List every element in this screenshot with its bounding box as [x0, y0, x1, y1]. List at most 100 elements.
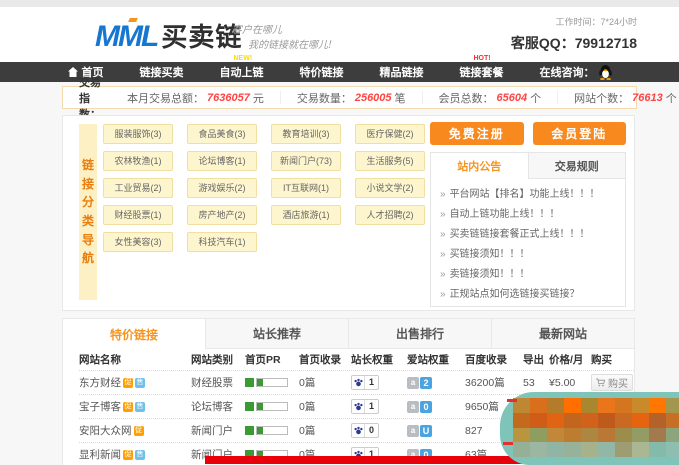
- aizhan-icon: a: [407, 425, 419, 437]
- home-icon: [68, 67, 78, 77]
- announcement-item[interactable]: »自动上链功能上线！！！: [440, 205, 616, 225]
- category-item[interactable]: 论坛博客(1): [187, 151, 257, 171]
- tab-trade-rules[interactable]: 交易规则: [528, 153, 626, 178]
- category-item[interactable]: 科技汽车(1): [187, 232, 257, 252]
- home-index: 0篇: [299, 375, 351, 390]
- category-grid: 服装服饰(3) 食品美食(3) 教育培训(3) 医疗保健(2) 农林牧渔(1) …: [103, 124, 425, 252]
- category-item[interactable]: 小说文学(2): [355, 178, 425, 198]
- site-name-link[interactable]: 宝子博客 促 售: [79, 399, 191, 414]
- nav-item-auto-link[interactable]: NEW! 自动上链: [220, 64, 264, 80]
- site-name: 显利新闻: [79, 447, 121, 462]
- site-category: 新闻门户: [191, 423, 245, 438]
- nav-label: 链接买卖: [140, 64, 184, 80]
- buy-label: 购买: [608, 375, 628, 390]
- sale-badge-icon: 售: [135, 450, 145, 460]
- stat-site-count: 网站个数： 76613 个: [557, 91, 679, 104]
- site-name: 东方财经: [79, 375, 121, 390]
- nav-label: 自动上链: [220, 64, 264, 80]
- nav-item-special-links[interactable]: 特价链接: [300, 64, 344, 80]
- category-item[interactable]: 女性美容(3): [103, 232, 173, 252]
- col-site-name: 网站名称: [79, 352, 191, 367]
- notice-tabs: 站内公告 交易规则: [431, 153, 625, 179]
- category-and-notice-panel: 链接分类导航 服装服饰(3) 食品美食(3) 教育培训(3) 医疗保健(2) 农…: [62, 115, 635, 311]
- col-category: 网站类别: [191, 352, 245, 367]
- site-name-link[interactable]: 安阳大众网 促: [79, 423, 191, 438]
- pr-box-icon: [245, 378, 254, 387]
- category-item[interactable]: 游戏娱乐(2): [187, 178, 257, 198]
- table-header: 网站名称 网站类别 首页PR 首页收录 站长权重 爱站权重 百度收录 导出 价格…: [79, 349, 634, 371]
- category-item[interactable]: 农林牧渔(1): [103, 151, 173, 171]
- stat-label: 交易数量：: [297, 90, 352, 106]
- category-item[interactable]: 房产地产(2): [187, 205, 257, 225]
- chinaz-value: 0: [365, 424, 378, 437]
- listing-tabs: 特价链接 站长推荐 出售排行 最新网站: [63, 319, 634, 349]
- nav-item-link-trade[interactable]: 链接买卖: [140, 64, 184, 80]
- site-name: 安阳大众网: [79, 423, 132, 438]
- stat-label: 网站个数：: [574, 90, 629, 106]
- category-item[interactable]: 教育培训(3): [271, 124, 341, 144]
- tab-sales-ranking[interactable]: 出售排行: [348, 319, 491, 349]
- aizhan-icon: a: [407, 377, 419, 389]
- bullet: »: [440, 289, 446, 300]
- category-item[interactable]: 工业贸易(2): [103, 178, 173, 198]
- category-item[interactable]: 酒店旅游(1): [271, 205, 341, 225]
- chinaz-weight: 0: [351, 423, 407, 438]
- home-index: 0篇: [299, 423, 351, 438]
- logo-cn-text: 买卖链: [161, 17, 242, 54]
- censor-mark: [507, 399, 517, 402]
- nav-item-premium-links[interactable]: 精品链接: [380, 64, 424, 80]
- qq-penguin-icon: [599, 65, 612, 80]
- stat-unit: 元: [253, 90, 264, 106]
- col-aizhan-weight: 爱站权重: [407, 352, 465, 367]
- site-logo[interactable]: MML 买卖链: [95, 17, 242, 54]
- nav-label: 在线咨询：: [540, 64, 595, 80]
- promo-badge-icon: 促: [134, 426, 144, 436]
- logo-tagline: 客户在哪儿 我的链接就在哪儿!: [232, 23, 332, 53]
- site-category: 财经股票: [191, 375, 245, 390]
- pr-bar: [245, 378, 299, 387]
- category-item[interactable]: 服装服饰(3): [103, 124, 173, 144]
- aizhan-value: U: [420, 425, 432, 437]
- announcement-item[interactable]: »买链接须知！！！: [440, 245, 616, 265]
- nav-label: 精品链接: [380, 64, 424, 80]
- chinaz-value: 1: [365, 376, 378, 389]
- announcement-item[interactable]: »正规站点如何选链接买链接？: [440, 285, 616, 305]
- category-item[interactable]: 人才招聘(2): [355, 205, 425, 225]
- site-name-link[interactable]: 显利新闻 促 售: [79, 447, 191, 462]
- tab-site-notice[interactable]: 站内公告: [431, 153, 528, 179]
- nav-item-online-consult[interactable]: 在线咨询：: [540, 64, 612, 80]
- announcement-item[interactable]: »买卖链链接套餐正式上线！！！: [440, 225, 616, 245]
- tab-special-links[interactable]: 特价链接: [63, 319, 205, 349]
- bullet: »: [440, 209, 446, 220]
- account-notice-panel: 免费注册 会员登陆 站内公告 交易规则 »平台网站【排名】功能上线！！！ »自动…: [430, 122, 626, 307]
- service-qq-text: 客服QQ：79912718: [511, 33, 637, 53]
- category-item[interactable]: 财经股票(1): [103, 205, 173, 225]
- site-header: MML 买卖链 客户在哪儿 我的链接就在哪儿! 工作时间：7*24小时 客服QQ…: [0, 7, 679, 62]
- pr-bar: [245, 426, 299, 435]
- announcement-item[interactable]: »卖链接须知！！！: [440, 265, 616, 285]
- tab-webmaster-recommend[interactable]: 站长推荐: [205, 319, 348, 349]
- announcement-item[interactable]: »平台网站【排名】功能上线！！！: [440, 185, 616, 205]
- trade-stats-bar: 交易指数： 本月交易总额： 7636057 元 交易数量： 256005 笔 会…: [62, 86, 637, 109]
- site-name-link[interactable]: 东方财经 促 售: [79, 375, 191, 390]
- category-item[interactable]: 新闻门户(73): [271, 151, 341, 171]
- category-item[interactable]: 食品美食(3): [187, 124, 257, 144]
- browser-edge-strip: [0, 0, 679, 7]
- category-item[interactable]: 生活服务(5): [355, 151, 425, 171]
- buy-button[interactable]: 购买: [591, 374, 633, 391]
- category-item[interactable]: IT互联网(1): [271, 178, 341, 198]
- category-item[interactable]: 医疗保健(2): [355, 124, 425, 144]
- tab-newest-sites[interactable]: 最新网站: [491, 319, 634, 349]
- chinaz-weight: 1: [351, 375, 407, 390]
- censor-mark: [503, 442, 513, 445]
- aizhan-value: 2: [420, 377, 432, 389]
- login-button[interactable]: 会员登陆: [533, 122, 627, 145]
- aizhan-icon: a: [407, 401, 419, 413]
- header-contact: 工作时间：7*24小时 客服QQ：79912718: [511, 15, 637, 53]
- promo-badge-icon: 促: [123, 378, 133, 388]
- bullet: »: [440, 249, 446, 260]
- category-vertical-label: 链接分类导航: [79, 124, 97, 300]
- stat-label: 本月交易总额：: [127, 90, 204, 106]
- nav-item-link-package[interactable]: HOT! 链接套餐: [460, 64, 504, 80]
- register-button[interactable]: 免费注册: [430, 122, 524, 145]
